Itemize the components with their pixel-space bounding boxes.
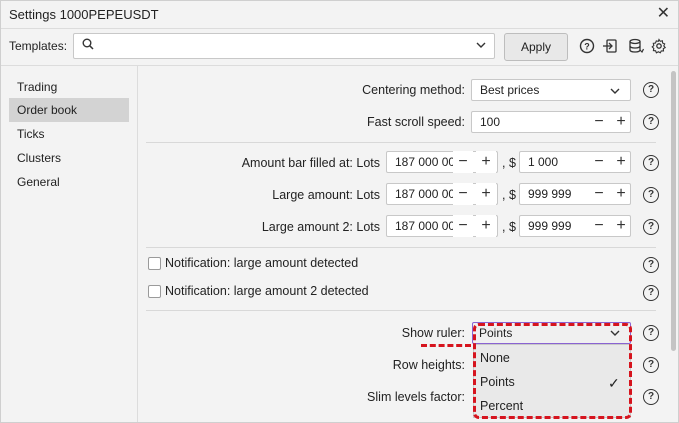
divider	[146, 310, 656, 311]
sidebar-item-ticks[interactable]: Ticks	[9, 122, 129, 146]
minus-button[interactable]: −	[589, 151, 609, 173]
minus-button[interactable]: −	[589, 215, 609, 237]
dropdown-option-percent[interactable]: Percent	[480, 399, 523, 413]
minus-button[interactable]: −	[453, 215, 473, 237]
gear-icon[interactable]	[651, 38, 667, 54]
minus-button[interactable]: −	[589, 183, 609, 205]
chevron-down-icon[interactable]	[476, 40, 486, 50]
currency-separator: , $	[502, 188, 516, 202]
show-ruler-select[interactable]: Points	[472, 322, 631, 344]
divider	[146, 247, 656, 248]
amount-bar-label: Amount bar filled at: Lots	[241, 156, 380, 170]
svg-text:?: ?	[584, 42, 590, 52]
window-title: Settings 1000PEPEUSDT	[9, 7, 159, 22]
currency-separator: , $	[502, 220, 516, 234]
divider	[146, 142, 656, 143]
help-icon[interactable]: ?	[643, 187, 659, 203]
plus-button[interactable]: +	[611, 151, 631, 173]
chevron-down-icon[interactable]	[610, 86, 620, 96]
close-icon[interactable]: ✕	[657, 5, 670, 23]
help-icon[interactable]: ?	[643, 325, 659, 341]
sidebar-item-general[interactable]: General	[9, 170, 129, 194]
sidebar-item-order-book[interactable]: Order book	[9, 98, 129, 122]
help-icon[interactable]: ?	[643, 257, 659, 273]
sidebar-item-clusters[interactable]: Clusters	[9, 146, 129, 170]
plus-button[interactable]: +	[611, 183, 631, 205]
slim-levels-factor-label: Slim levels factor:	[367, 390, 465, 404]
currency-separator: , $	[502, 156, 516, 170]
help-icon[interactable]: ?	[643, 114, 659, 130]
chevron-down-icon[interactable]	[610, 328, 620, 338]
check-icon: ✓	[608, 375, 620, 391]
sidebar-item-trading[interactable]: Trading	[9, 75, 129, 99]
plus-button[interactable]: +	[611, 215, 631, 237]
notification-large-amount-label: Notification: large amount detected	[165, 256, 359, 270]
help-icon[interactable]: ?	[643, 285, 659, 301]
help-icon[interactable]: ?	[643, 219, 659, 235]
show-ruler-dropdown: None Points ✓ Percent	[473, 344, 631, 418]
help-icon[interactable]: ?	[643, 155, 659, 171]
fast-scroll-speed-label: Fast scroll speed:	[367, 115, 465, 129]
notification-large-amount-2-checkbox[interactable]	[148, 285, 161, 298]
centering-method-label: Centering method:	[362, 83, 465, 97]
minus-button[interactable]: −	[453, 151, 473, 173]
help-circle-icon[interactable]: ?	[579, 38, 595, 54]
minus-button[interactable]: −	[589, 111, 609, 133]
help-icon[interactable]: ?	[643, 357, 659, 373]
dropdown-option-none[interactable]: None	[480, 351, 510, 365]
notification-large-amount-2-label: Notification: large amount 2 detected	[165, 284, 369, 298]
notification-large-amount-checkbox[interactable]	[148, 257, 161, 270]
settings-window: Settings 1000PEPEUSDT ✕ Templates: Apply…	[0, 0, 679, 423]
import-icon[interactable]	[602, 38, 618, 54]
large-amount-label: Large amount: Lots	[272, 188, 380, 202]
large-amount-2-label: Large amount 2: Lots	[261, 220, 380, 234]
help-icon[interactable]: ?	[643, 82, 659, 98]
plus-button[interactable]: +	[611, 111, 631, 133]
apply-button[interactable]: Apply	[504, 33, 568, 61]
scrollbar-thumb[interactable]	[671, 71, 676, 351]
search-icon	[82, 38, 94, 50]
plus-button[interactable]: +	[476, 215, 496, 237]
row-heights-label: Row heights:	[392, 358, 465, 372]
database-icon[interactable]	[628, 38, 644, 54]
help-icon[interactable]: ?	[643, 389, 659, 405]
plus-button[interactable]: +	[476, 151, 496, 173]
title-bar: Settings 1000PEPEUSDT ✕	[1, 1, 678, 29]
templates-label: Templates:	[9, 39, 68, 53]
plus-button[interactable]: +	[476, 183, 496, 205]
dropdown-option-points[interactable]: Points	[480, 375, 515, 389]
sidebar: Trading Order book Ticks Clusters Genera…	[1, 66, 138, 422]
templates-row: Templates: Apply ?	[1, 29, 678, 66]
minus-button[interactable]: −	[453, 183, 473, 205]
show-ruler-label: Show ruler:	[401, 326, 465, 340]
templates-input[interactable]	[73, 33, 495, 59]
centering-method-select[interactable]: Best prices	[471, 79, 631, 101]
